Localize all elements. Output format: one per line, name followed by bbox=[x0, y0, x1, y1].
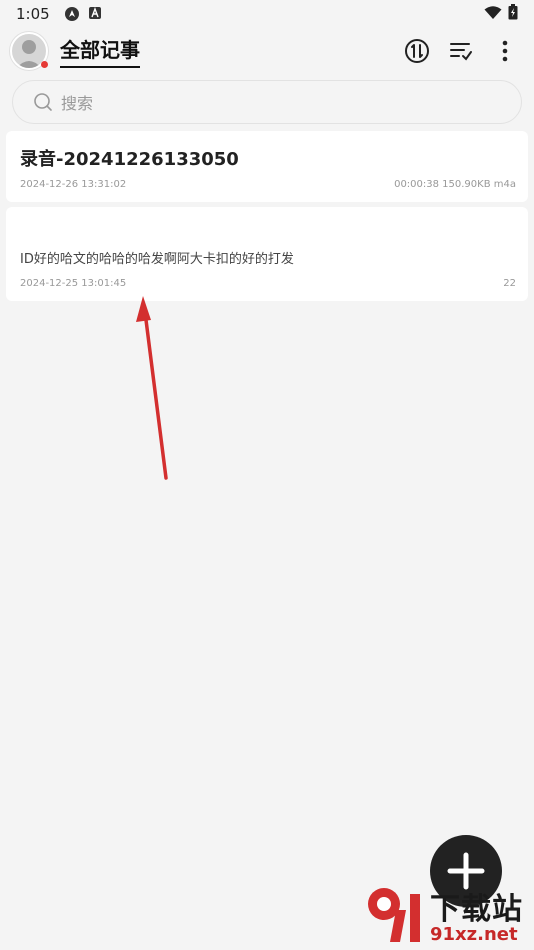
note-date: 2024-12-25 13:01:45 bbox=[20, 278, 127, 289]
note-info: 00:00:38 150.90KB m4a bbox=[394, 179, 516, 190]
status-time: 1:05 bbox=[16, 5, 50, 23]
sync-button[interactable] bbox=[402, 36, 432, 66]
wifi-icon bbox=[484, 5, 502, 24]
navigation-icon bbox=[64, 6, 80, 22]
note-info: 22 bbox=[503, 278, 516, 289]
sort-icon bbox=[450, 43, 472, 61]
app-header: 全部记事 bbox=[0, 28, 534, 74]
status-right bbox=[484, 4, 518, 24]
note-card[interactable]: 录音-20241226133050 2024-12-26 13:31:02 00… bbox=[6, 131, 528, 202]
more-icon bbox=[502, 40, 508, 62]
notification-dot bbox=[41, 61, 48, 68]
sort-button[interactable] bbox=[446, 36, 476, 66]
search-box[interactable]: 搜索 bbox=[12, 80, 522, 124]
search-placeholder: 搜索 bbox=[61, 94, 94, 113]
note-card[interactable]: ID好的哈文的哈哈的哈发啊阿大卡扣的好的打发 2024-12-25 13:01:… bbox=[6, 207, 528, 301]
header-actions bbox=[402, 36, 524, 66]
watermark-domain: 91xz.net bbox=[430, 924, 518, 945]
note-text: ID好的哈文的哈哈的哈发啊阿大卡扣的好的打发 bbox=[20, 252, 294, 267]
watermark-logo-icon bbox=[368, 888, 420, 942]
watermark: 下载站 91xz.net bbox=[362, 880, 534, 950]
note-title: 录音-20241226133050 bbox=[20, 149, 239, 170]
app-a-icon bbox=[88, 6, 104, 22]
status-bar: 1:05 bbox=[0, 0, 534, 28]
battery-icon bbox=[508, 4, 518, 24]
watermark-brand: 下载站 bbox=[430, 892, 523, 927]
page-title: 全部记事 bbox=[60, 34, 140, 68]
search-icon bbox=[34, 93, 52, 111]
more-button[interactable] bbox=[490, 36, 520, 66]
sync-icon bbox=[405, 39, 429, 63]
note-date: 2024-12-26 13:31:02 bbox=[20, 179, 127, 190]
